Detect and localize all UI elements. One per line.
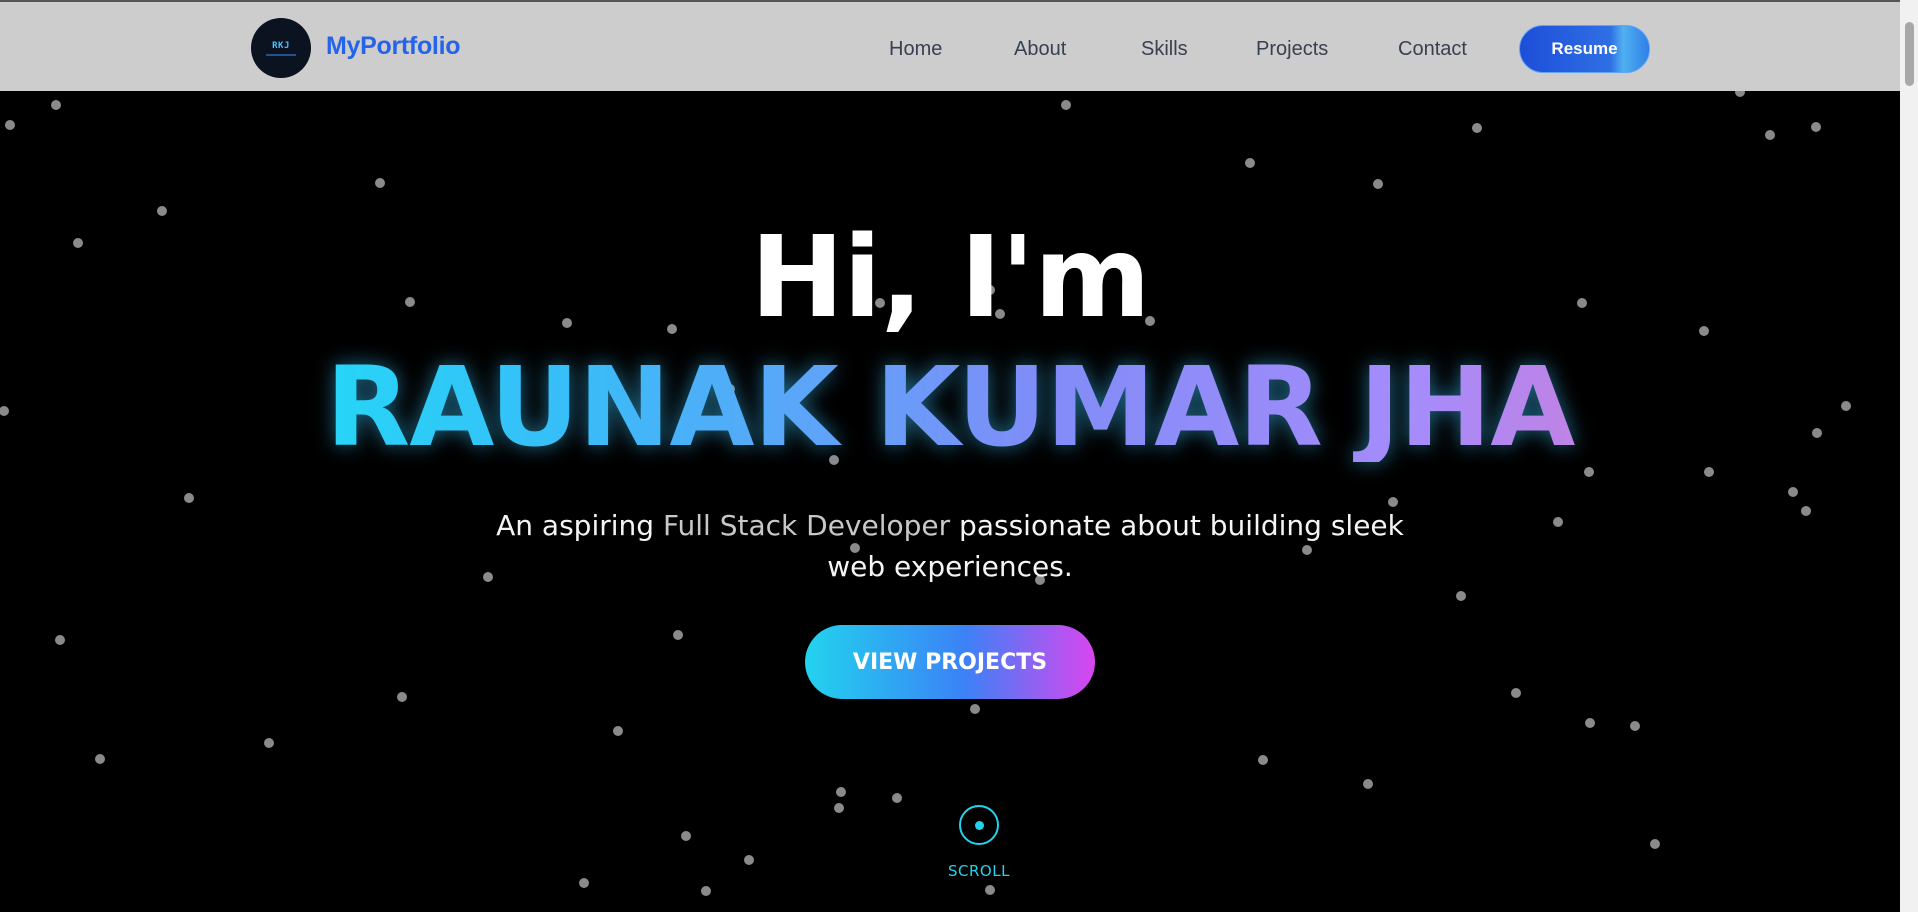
logo[interactable]: RKJ [251, 18, 311, 78]
hero-name: RAUNAK KUMAR JHA [0, 352, 1900, 462]
logo-mark: RKJ [272, 40, 290, 51]
view-projects-button[interactable]: VIEW PROJECTS [805, 625, 1095, 699]
navbar: RKJ MyPortfolio Home About Skills Projec… [0, 0, 1900, 91]
nav-home-link[interactable]: Home [889, 38, 942, 61]
scrollbar-thumb[interactable] [1905, 22, 1914, 86]
nav-projects-link[interactable]: Projects [1256, 38, 1328, 61]
hero-tagline: An aspiring Full Stack Developer passion… [470, 505, 1430, 587]
logo-underline [266, 53, 296, 56]
nav-about-link[interactable]: About [1014, 38, 1066, 61]
tagline-highlight: Full Stack Developer [662, 509, 951, 542]
scroll-dot [974, 820, 984, 830]
nav-contact-link[interactable]: Contact [1398, 38, 1467, 61]
circle-dot-icon[interactable] [959, 805, 999, 845]
brand-name[interactable]: MyPortfolio [326, 32, 461, 61]
hero-greeting: Hi, I'm [750, 213, 1150, 343]
resume-button[interactable]: Resume [1519, 25, 1650, 73]
nav-skills-link[interactable]: Skills [1141, 38, 1188, 61]
tagline-before: An aspiring [496, 509, 663, 542]
scroll-label[interactable]: SCROLL [930, 862, 1028, 880]
page-scrollbar[interactable] [1900, 0, 1918, 912]
